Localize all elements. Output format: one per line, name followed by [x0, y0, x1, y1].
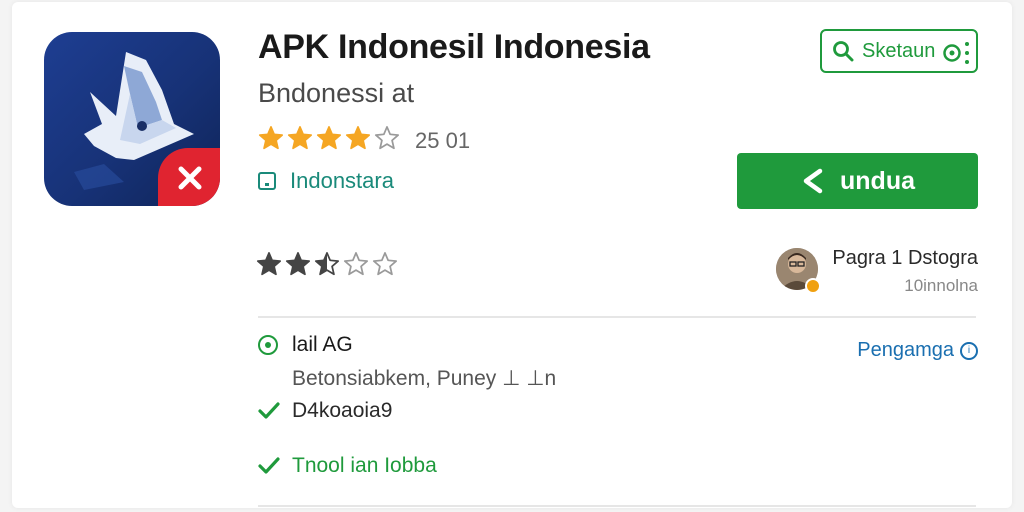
info-title: lail AG — [292, 333, 353, 356]
reviewer-name: Pagra 1 Dstogra — [832, 247, 978, 269]
developer-icon — [258, 172, 276, 190]
star-icon — [343, 252, 369, 276]
rating-count: 25 01 — [415, 127, 471, 153]
download-button[interactable]: undua — [737, 153, 978, 209]
app-rating: 25 01 — [258, 125, 470, 156]
check-icon — [258, 402, 280, 419]
star-icon — [374, 126, 400, 150]
avatar-status-badge — [805, 278, 821, 294]
app-subtitle: Bndonessi at — [258, 78, 415, 108]
reviewer-meta: 10innolna — [904, 276, 978, 295]
developer-name: Indonstara — [290, 168, 394, 193]
star-icon — [314, 252, 340, 276]
check-item: D4koaoia9 — [258, 399, 392, 423]
more-dots-icon[interactable] — [942, 39, 972, 67]
search-button-label: Sketaun — [862, 39, 936, 62]
app-logo-icon[interactable] — [44, 32, 220, 206]
divider — [258, 505, 976, 507]
reviewer-info: Pagra 1 Dstogra 10innolna — [832, 247, 978, 296]
check-icon — [258, 457, 280, 474]
developer-link[interactable]: Indonstara — [258, 168, 394, 194]
check-item-label: D4koaoia9 — [292, 399, 393, 422]
star-icon — [372, 252, 398, 276]
info-circle-icon — [258, 335, 278, 355]
divider — [258, 316, 976, 318]
search-icon — [833, 41, 854, 62]
download-button-label: undua — [840, 166, 915, 195]
info-line: Betonsiabkem, Puney ⊥ ⊥n — [292, 367, 557, 390]
star-icon — [285, 252, 311, 276]
star-icon — [287, 126, 313, 150]
more-info-link[interactable]: Pengamga i — [857, 339, 978, 362]
search-button[interactable]: Sketaun — [820, 29, 978, 73]
app-title: APK Indonesil Indonesia — [258, 28, 650, 66]
close-badge-icon — [158, 148, 220, 206]
star-icon — [258, 126, 284, 150]
user-rating-stars[interactable] — [256, 251, 401, 282]
star-icon — [316, 126, 342, 150]
check-item: Tnool ian Iobba — [258, 454, 437, 478]
user-rating[interactable] — [256, 251, 401, 282]
star-icon — [345, 126, 371, 150]
star-icon — [256, 252, 282, 276]
info-icon: i — [960, 341, 978, 360]
rating-stars — [258, 125, 403, 156]
check-item-label: Tnool ian Iobba — [292, 454, 437, 477]
share-icon — [803, 168, 823, 194]
info-section-header: lail AG — [258, 333, 353, 357]
more-info-label: Pengamga — [857, 339, 954, 361]
